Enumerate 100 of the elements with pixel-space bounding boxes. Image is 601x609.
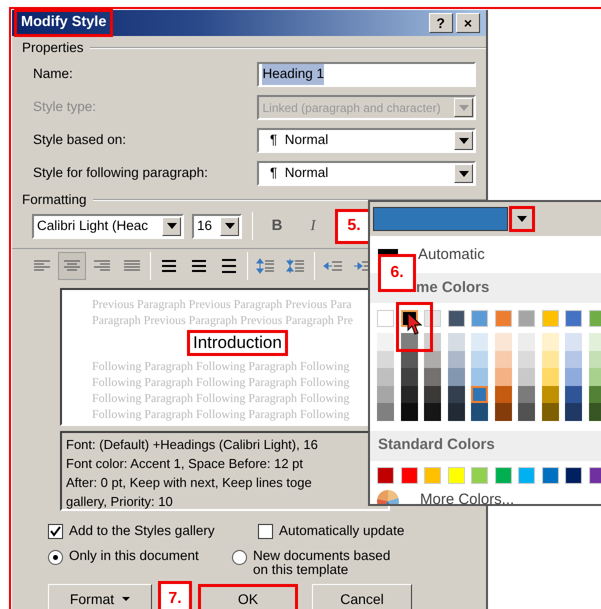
step-label: 7. bbox=[158, 581, 192, 609]
color-swatch[interactable] bbox=[542, 368, 558, 386]
color-swatch[interactable] bbox=[588, 403, 601, 420]
style-description: After: 0 pt, Keep with next, Keep lines toge bbox=[66, 474, 313, 492]
color-swatch[interactable] bbox=[424, 350, 441, 368]
color-swatch[interactable] bbox=[494, 403, 512, 420]
space-down-icon bbox=[286, 258, 306, 274]
dropdown-button[interactable] bbox=[509, 206, 535, 232]
color-swatch[interactable] bbox=[377, 333, 394, 350]
color-swatch[interactable] bbox=[565, 333, 582, 350]
color-swatch[interactable] bbox=[448, 386, 464, 403]
color-swatch[interactable] bbox=[542, 466, 558, 484]
color-swatch[interactable] bbox=[588, 466, 601, 484]
color-swatch[interactable] bbox=[471, 368, 488, 386]
color-swatch[interactable] bbox=[448, 350, 464, 368]
color-swatch[interactable] bbox=[400, 368, 418, 386]
cancel-button[interactable]: Cancel bbox=[312, 584, 412, 609]
color-swatch[interactable] bbox=[494, 310, 512, 327]
color-swatch[interactable] bbox=[588, 333, 601, 350]
format-button[interactable]: Format bbox=[48, 584, 152, 609]
style-description: Font color: Accent 1, Space Before: 12 pt bbox=[66, 455, 304, 473]
color-swatch[interactable] bbox=[494, 350, 512, 368]
color-swatch[interactable] bbox=[565, 310, 582, 327]
color-swatch[interactable] bbox=[471, 350, 488, 368]
preview-text: Following Paragraph Following Paragraph Following bbox=[92, 374, 350, 390]
checkbox[interactable] bbox=[258, 524, 273, 539]
color-swatch[interactable] bbox=[471, 333, 488, 350]
color-swatch[interactable] bbox=[542, 403, 558, 420]
color-swatch[interactable] bbox=[588, 310, 601, 327]
color-swatch[interactable] bbox=[494, 333, 512, 350]
color-swatch[interactable] bbox=[448, 466, 464, 484]
color-swatch[interactable] bbox=[377, 403, 394, 420]
radio-button[interactable] bbox=[48, 550, 63, 566]
color-swatch[interactable] bbox=[471, 403, 488, 420]
color-swatch[interactable] bbox=[448, 368, 464, 386]
color-swatch[interactable] bbox=[518, 350, 535, 368]
color-swatch[interactable] bbox=[565, 350, 582, 368]
color-swatch[interactable] bbox=[518, 403, 535, 420]
color-swatch[interactable] bbox=[518, 310, 535, 327]
color-swatch[interactable] bbox=[448, 333, 464, 350]
color-swatch[interactable] bbox=[377, 386, 394, 403]
color-swatch[interactable] bbox=[377, 310, 394, 327]
color-swatch[interactable] bbox=[494, 368, 512, 386]
help-button[interactable]: ? bbox=[428, 13, 453, 33]
field-label: Style type: bbox=[33, 98, 98, 116]
dropdown: Linked (paragraph and character) bbox=[257, 95, 476, 120]
color-swatch[interactable] bbox=[494, 466, 512, 484]
align-center-button[interactable] bbox=[58, 252, 86, 280]
dropdown[interactable]: ¶ Normal bbox=[257, 161, 476, 186]
color-swatch[interactable] bbox=[565, 368, 582, 386]
window-title: Modify Style bbox=[14, 9, 114, 37]
preview-heading: Introduction bbox=[187, 330, 288, 356]
color-swatch[interactable] bbox=[542, 350, 558, 368]
color-swatch[interactable] bbox=[471, 466, 488, 484]
color-swatch[interactable] bbox=[448, 310, 464, 327]
name-field[interactable]: Heading 1 bbox=[257, 62, 476, 87]
color-swatch[interactable] bbox=[400, 403, 418, 420]
section-label: Formatting bbox=[22, 190, 87, 209]
size-dropdown[interactable]: 16 bbox=[192, 214, 242, 238]
caret-icon bbox=[122, 597, 130, 602]
color-swatch[interactable] bbox=[565, 386, 582, 403]
italic-button[interactable]: I bbox=[299, 214, 327, 238]
color-swatch[interactable] bbox=[471, 386, 488, 403]
one-half-space-icon bbox=[189, 258, 209, 274]
color-swatch[interactable] bbox=[424, 386, 441, 403]
field-label: Name: bbox=[33, 65, 74, 84]
color-swatch[interactable] bbox=[400, 466, 418, 484]
radio-button[interactable] bbox=[232, 550, 247, 566]
checkbox[interactable] bbox=[48, 524, 63, 539]
dropdown[interactable]: ¶ Normal bbox=[257, 128, 476, 153]
color-swatch[interactable] bbox=[565, 466, 582, 484]
color-swatch[interactable] bbox=[424, 403, 441, 420]
color-swatch[interactable] bbox=[518, 466, 535, 484]
color-swatch[interactable] bbox=[377, 466, 394, 484]
color-swatch[interactable] bbox=[424, 466, 441, 484]
color-swatch[interactable] bbox=[518, 368, 535, 386]
color-swatch[interactable] bbox=[542, 310, 558, 327]
color-swatch[interactable] bbox=[494, 386, 512, 403]
color-swatch[interactable] bbox=[518, 333, 535, 350]
ok-button[interactable]: OK bbox=[198, 584, 298, 609]
color-swatch[interactable] bbox=[400, 386, 418, 403]
automatic-option[interactable]: Automatic bbox=[418, 244, 485, 266]
close-button[interactable]: × bbox=[456, 13, 480, 33]
color-swatch[interactable] bbox=[542, 386, 558, 403]
color-swatch[interactable] bbox=[588, 368, 601, 386]
color-swatch[interactable] bbox=[542, 333, 558, 350]
bold-button[interactable]: B bbox=[263, 214, 291, 238]
color-swatch[interactable] bbox=[448, 403, 464, 420]
color-swatch[interactable] bbox=[377, 368, 394, 386]
color-swatch[interactable] bbox=[471, 310, 488, 327]
double-space-icon bbox=[219, 258, 239, 274]
color-swatch[interactable] bbox=[588, 350, 601, 368]
color-swatch[interactable] bbox=[424, 368, 441, 386]
color-swatch[interactable] bbox=[565, 403, 582, 420]
field-label: Style based on: bbox=[33, 131, 128, 150]
preview-text: Previous Paragraph Previous Paragraph Previous Para bbox=[92, 296, 352, 312]
color-swatch[interactable] bbox=[518, 386, 535, 403]
color-swatch[interactable] bbox=[377, 350, 394, 368]
font-dropdown[interactable]: Calibri Light (Heac bbox=[32, 214, 184, 238]
color-swatch[interactable] bbox=[588, 386, 601, 403]
